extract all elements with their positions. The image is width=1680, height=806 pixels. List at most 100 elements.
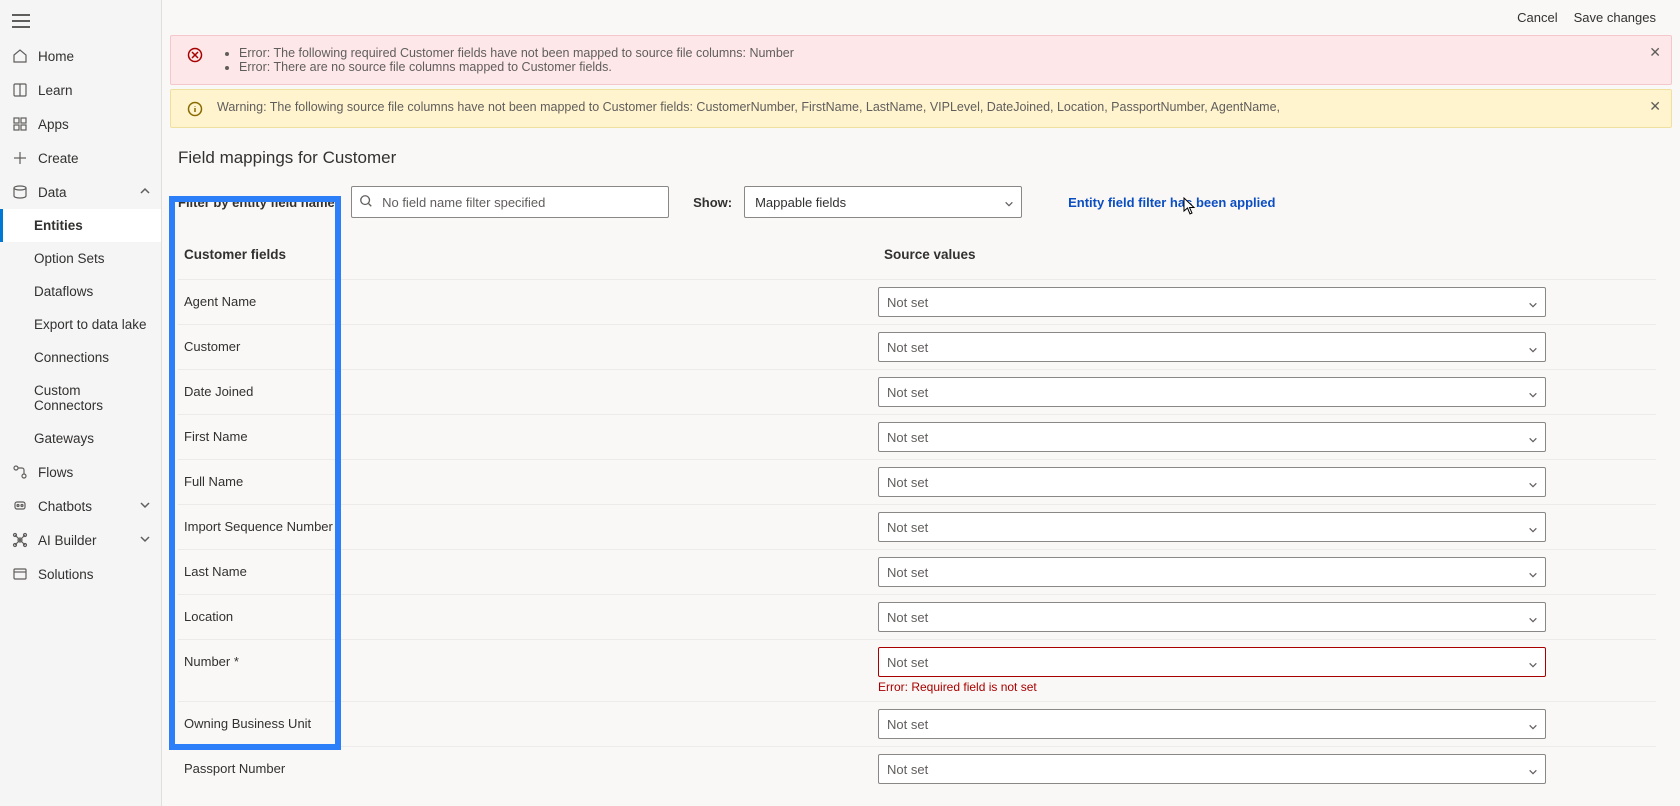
show-select[interactable]: Mappable fields	[744, 186, 1022, 218]
nav-flows[interactable]: Flows	[0, 455, 161, 489]
chevron-down-icon	[1528, 765, 1538, 780]
field-name-label: Last Name	[178, 557, 878, 586]
nav-label: Home	[38, 49, 74, 64]
sidebar-item-option-sets[interactable]: Option Sets	[0, 242, 161, 275]
chevron-down-icon	[139, 499, 151, 514]
chatbot-icon	[12, 498, 28, 514]
nav-data[interactable]: Data	[0, 175, 161, 209]
source-value-select[interactable]: Not set	[878, 332, 1546, 362]
th-customer-fields: Customer fields	[178, 243, 878, 272]
table-row: Last NameNot set	[178, 549, 1656, 594]
chevron-down-icon	[139, 533, 151, 548]
chevron-down-icon	[1528, 568, 1538, 583]
table-row: Passport NumberNot set	[178, 746, 1656, 791]
source-value-select[interactable]: Not set	[878, 557, 1546, 587]
table-row: Agent NameNot set	[178, 279, 1656, 324]
source-value-select[interactable]: Not set	[878, 602, 1546, 632]
nav-home[interactable]: Home	[0, 39, 161, 73]
nav-solutions[interactable]: Solutions	[0, 557, 161, 591]
chevron-down-icon	[1528, 658, 1538, 673]
flow-icon	[12, 464, 28, 480]
nav-ai-builder[interactable]: AI Builder	[0, 523, 161, 557]
sub-label: Export to data lake	[34, 317, 147, 332]
chevron-down-icon	[1528, 478, 1538, 493]
chevron-down-icon	[1528, 523, 1538, 538]
nav-label: Flows	[38, 465, 73, 480]
table-row: LocationNot set	[178, 594, 1656, 639]
page-title: Field mappings for Customer	[178, 148, 1656, 168]
error-alert: Error: The following required Customer f…	[170, 35, 1672, 85]
nav-learn[interactable]: Learn	[0, 73, 161, 107]
source-value-select[interactable]: Not set	[878, 287, 1546, 317]
sidebar-item-custom-connectors[interactable]: Custom Connectors	[0, 374, 161, 422]
top-action-bar: Cancel Save changes	[162, 0, 1680, 35]
nav-label: AI Builder	[38, 533, 97, 548]
nav-label: Data	[38, 185, 67, 200]
field-name-label: Date Joined	[178, 377, 878, 406]
sidebar-item-connections[interactable]: Connections	[0, 341, 161, 374]
chevron-up-icon	[139, 185, 151, 200]
sub-label: Custom Connectors	[34, 383, 103, 413]
field-name-label: Location	[178, 602, 878, 631]
chevron-down-icon	[1528, 343, 1538, 358]
sidebar-item-entities[interactable]: Entities	[0, 209, 161, 242]
solutions-icon	[12, 566, 28, 582]
show-select-value: Mappable fields	[755, 195, 846, 210]
field-name-label: Number *	[178, 647, 878, 676]
close-error-button[interactable]: ✕	[1649, 44, 1661, 61]
search-icon	[359, 194, 373, 211]
sidebar-item-dataflows[interactable]: Dataflows	[0, 275, 161, 308]
filter-input[interactable]	[351, 186, 669, 218]
grid-icon	[12, 116, 28, 132]
chevron-down-icon	[1528, 613, 1538, 628]
table-row: CustomerNot set	[178, 324, 1656, 369]
warning-alert: Warning: The following source file colum…	[170, 89, 1672, 128]
home-icon	[12, 48, 28, 64]
sidebar-item-export-lake[interactable]: Export to data lake	[0, 308, 161, 341]
sub-label: Entities	[34, 218, 83, 233]
book-icon	[12, 82, 28, 98]
cancel-button[interactable]: Cancel	[1517, 10, 1557, 25]
nav-create[interactable]: Create	[0, 141, 161, 175]
nav-apps[interactable]: Apps	[0, 107, 161, 141]
error-icon	[187, 47, 203, 63]
field-name-label: Agent Name	[178, 287, 878, 316]
save-changes-button[interactable]: Save changes	[1574, 10, 1656, 25]
filter-row: Filter by entity field name: Show: Mappa…	[178, 186, 1656, 218]
nav-label: Solutions	[38, 567, 94, 582]
table-row: First NameNot set	[178, 414, 1656, 459]
sub-label: Gateways	[34, 431, 94, 446]
nav-label: Learn	[38, 83, 73, 98]
nav-label: Create	[38, 151, 79, 166]
nav-chatbots[interactable]: Chatbots	[0, 489, 161, 523]
source-value-select[interactable]: Not set	[878, 754, 1546, 784]
table-row: Full NameNot set	[178, 459, 1656, 504]
th-source-values: Source values	[878, 243, 1656, 272]
field-name-label: First Name	[178, 422, 878, 451]
source-value-select[interactable]: Not set	[878, 467, 1546, 497]
field-name-label: Customer	[178, 332, 878, 361]
source-value-select[interactable]: Not set	[878, 422, 1546, 452]
source-value-select[interactable]: Not set	[878, 377, 1546, 407]
chevron-down-icon	[1528, 720, 1538, 735]
sidebar-item-gateways[interactable]: Gateways	[0, 422, 161, 455]
hamburger-menu-button[interactable]	[0, 6, 161, 39]
ai-icon	[12, 532, 28, 548]
error-text-1: Error: The following required Customer f…	[239, 46, 794, 60]
source-value-select[interactable]: Not set	[878, 512, 1546, 542]
chevron-down-icon	[1004, 197, 1014, 212]
error-text-2: Error: There are no source file columns …	[239, 60, 794, 74]
field-name-label: Full Name	[178, 467, 878, 496]
warning-text: Warning: The following source file colum…	[217, 100, 1280, 114]
field-name-label: Passport Number	[178, 754, 878, 783]
row-error-text: Error: Required field is not set	[878, 680, 1656, 694]
source-value-select[interactable]: Not set	[878, 647, 1546, 677]
data-icon	[12, 184, 28, 200]
nav-label: Chatbots	[38, 499, 92, 514]
nav-label: Apps	[38, 117, 69, 132]
chevron-down-icon	[1528, 298, 1538, 313]
sub-label: Option Sets	[34, 251, 105, 266]
close-warning-button[interactable]: ✕	[1649, 98, 1661, 115]
sub-label: Dataflows	[34, 284, 93, 299]
source-value-select[interactable]: Not set	[878, 709, 1546, 739]
